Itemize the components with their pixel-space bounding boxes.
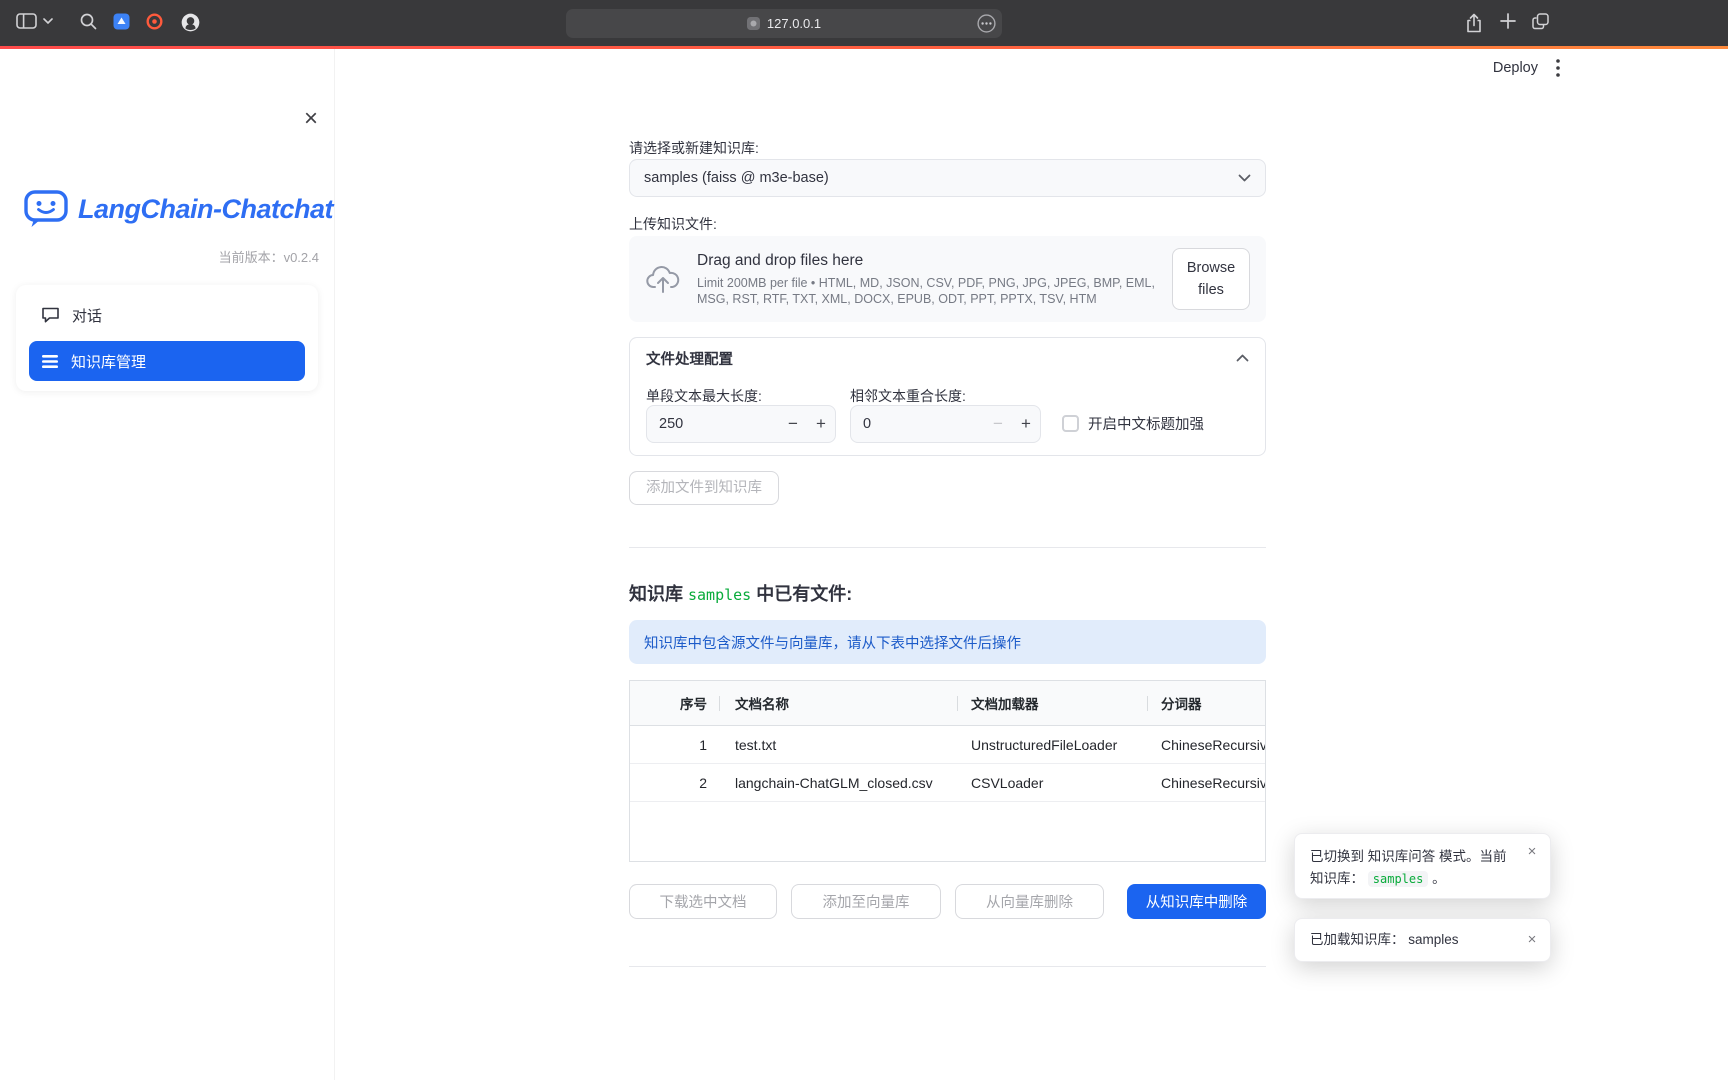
add-files-to-kb-button[interactable]: 添加文件到知识库 [629,471,779,505]
overlap-size-input[interactable]: 0 − + [850,405,1041,443]
sidebar-menu: 对话 知识库管理 [16,285,318,391]
share-icon[interactable] [1465,13,1483,33]
content-column: 请选择或新建知识库: samples (faiss @ m3e-base) 上传… [629,49,1266,1080]
add-to-vectorstore-button[interactable]: 添加至向量库 [791,884,941,919]
plus-button[interactable]: + [1012,414,1040,434]
table-header-row: 序号 文档名称 文档加载器 分词器 [630,681,1265,726]
divider [629,966,1266,967]
chunk-size-label: 单段文本最大长度: [646,386,762,406]
table-action-buttons: 下载选中文档 添加至向量库 从向量库删除 从知识库中删除 [629,884,1266,919]
tab-overview-icon[interactable] [1532,13,1549,30]
chevron-up-icon [1236,354,1249,362]
toast-mode-switched: 已切换到 知识库问答 模式。当前知识库： samples 。 × [1294,833,1551,899]
deploy-button[interactable]: Deploy [1493,60,1538,76]
expander-header[interactable]: 文件处理配置 [630,338,1265,378]
file-uploader-dropzone[interactable]: Drag and drop files here Limit 200MB per… [629,236,1266,322]
toast-kb-loaded: 已加载知识库： samples × [1294,918,1551,962]
checkbox-box[interactable] [1062,415,1079,432]
cell-index: 2 [630,764,720,801]
zh-title-enhance-checkbox[interactable]: 开启中文标题加强 [1062,413,1204,434]
overlap-size-value[interactable]: 0 [851,416,984,432]
cell-docname: langchain-ChatGLM_closed.csv [720,764,958,801]
logo-text: LangChain-Chatchat [78,194,333,225]
delete-from-kb-button[interactable]: 从知识库中删除 [1127,884,1266,919]
col-header-index[interactable]: 序号 [630,681,720,725]
pinned-app-blue-icon[interactable] [113,13,130,30]
site-favicon-icon [747,17,760,30]
expander-title: 文件处理配置 [646,348,733,369]
download-selected-button[interactable]: 下载选中文档 [629,884,777,919]
toast-text: 已切换到 知识库问答 模式。当前知识库： samples 。 [1310,849,1507,886]
browse-files-button[interactable]: Browse files [1172,248,1250,311]
search-icon[interactable] [80,13,97,30]
cell-loader: UnstructuredFileLoader [958,726,1148,763]
plus-button[interactable]: + [807,414,835,434]
sidebar-item-label: 知识库管理 [71,351,146,372]
kb-selected-value: samples (faiss @ m3e-base) [644,170,829,186]
kb-select-label: 请选择或新建知识库: [629,138,759,158]
kb-files-heading: 知识库samples中已有文件: [629,580,852,606]
cell-loader: CSVLoader [958,764,1148,801]
kb-name-code: samples [683,586,756,604]
sidebar-item-kb-management[interactable]: 知识库管理 [29,341,305,381]
toast-text: 已加载知识库： samples [1310,929,1459,951]
close-icon[interactable]: × [1523,843,1541,861]
upload-label: 上传知识文件: [629,214,717,234]
address-bar[interactable]: 127.0.0.1 [566,9,1002,38]
file-config-expander: 文件处理配置 单段文本最大长度: 相邻文本重合长度: 250 − + 0 − +… [629,337,1266,456]
cell-splitter: ChineseRecursiveT [1148,726,1265,763]
cell-index: 1 [630,726,720,763]
knowledge-base-icon [41,354,59,369]
table-row[interactable]: 2 langchain-ChatGLM_closed.csv CSVLoader… [630,764,1265,802]
chevron-down-icon[interactable] [43,18,53,24]
close-sidebar-icon[interactable]: × [297,105,325,133]
col-header-loader[interactable]: 文档加载器 [958,681,1148,725]
delete-from-vectorstore-button[interactable]: 从向量库删除 [955,884,1104,919]
col-header-splitter[interactable]: 分词器 [1148,681,1265,725]
sidebar: × LangChain-Chatchat 当前版本：v0.2.4 对话 知识库管… [0,49,334,1080]
toast-text-suffix: 。 [1432,871,1446,886]
cell-splitter: ChineseRecursiveT [1148,764,1265,801]
chevron-down-icon [1238,174,1251,182]
divider [629,547,1266,548]
chunk-size-value[interactable]: 250 [647,416,779,432]
sidebar-item-dialogue[interactable]: 对话 [29,295,305,335]
logo-chat-icon [24,189,68,229]
table-row[interactable]: 1 test.txt UnstructuredFileLoader Chines… [630,726,1265,764]
info-text: 知识库中包含源文件与向量库，请从下表中选择文件后操作 [644,632,1021,653]
uploader-limit-text: Limit 200MB per file • HTML, MD, JSON, C… [697,275,1158,307]
browser-toolbar: 127.0.0.1 [0,0,1728,46]
kb-name-code: samples [1368,871,1429,887]
info-alert: 知识库中包含源文件与向量库，请从下表中选择文件后操作 [629,620,1266,664]
minus-button[interactable]: − [779,414,807,434]
pinned-app-orange-icon[interactable] [146,13,163,30]
overlap-size-label: 相邻文本重合长度: [850,386,966,406]
heading-prefix: 知识库 [629,584,683,604]
version-label: 当前版本：v0.2.4 [219,247,319,266]
sidebar-toggle-icon[interactable] [16,13,37,29]
minus-button[interactable]: − [984,414,1012,434]
logo: LangChain-Chatchat [24,189,333,229]
kebab-menu-icon[interactable] [1556,59,1560,77]
chunk-size-input[interactable]: 250 − + [646,405,836,443]
github-icon[interactable] [181,13,200,32]
cell-docname: test.txt [720,726,958,763]
kb-selectbox[interactable]: samples (faiss @ m3e-base) [629,159,1266,197]
sidebar-item-label: 对话 [72,305,102,326]
close-icon[interactable]: × [1523,931,1541,949]
url-text: 127.0.0.1 [767,16,821,31]
cloud-upload-icon [645,264,681,294]
col-header-docname[interactable]: 文档名称 [720,681,958,725]
checkbox-label: 开启中文标题加强 [1088,413,1204,434]
heading-suffix: 中已有文件: [756,584,852,604]
uploader-title: Drag and drop files here [697,252,1158,270]
kb-files-table[interactable]: 序号 文档名称 文档加载器 分词器 1 test.txt Unstructure… [629,680,1266,862]
page-options-icon[interactable] [977,14,996,33]
new-tab-icon[interactable] [1500,13,1516,29]
chat-bubble-icon [41,306,60,324]
